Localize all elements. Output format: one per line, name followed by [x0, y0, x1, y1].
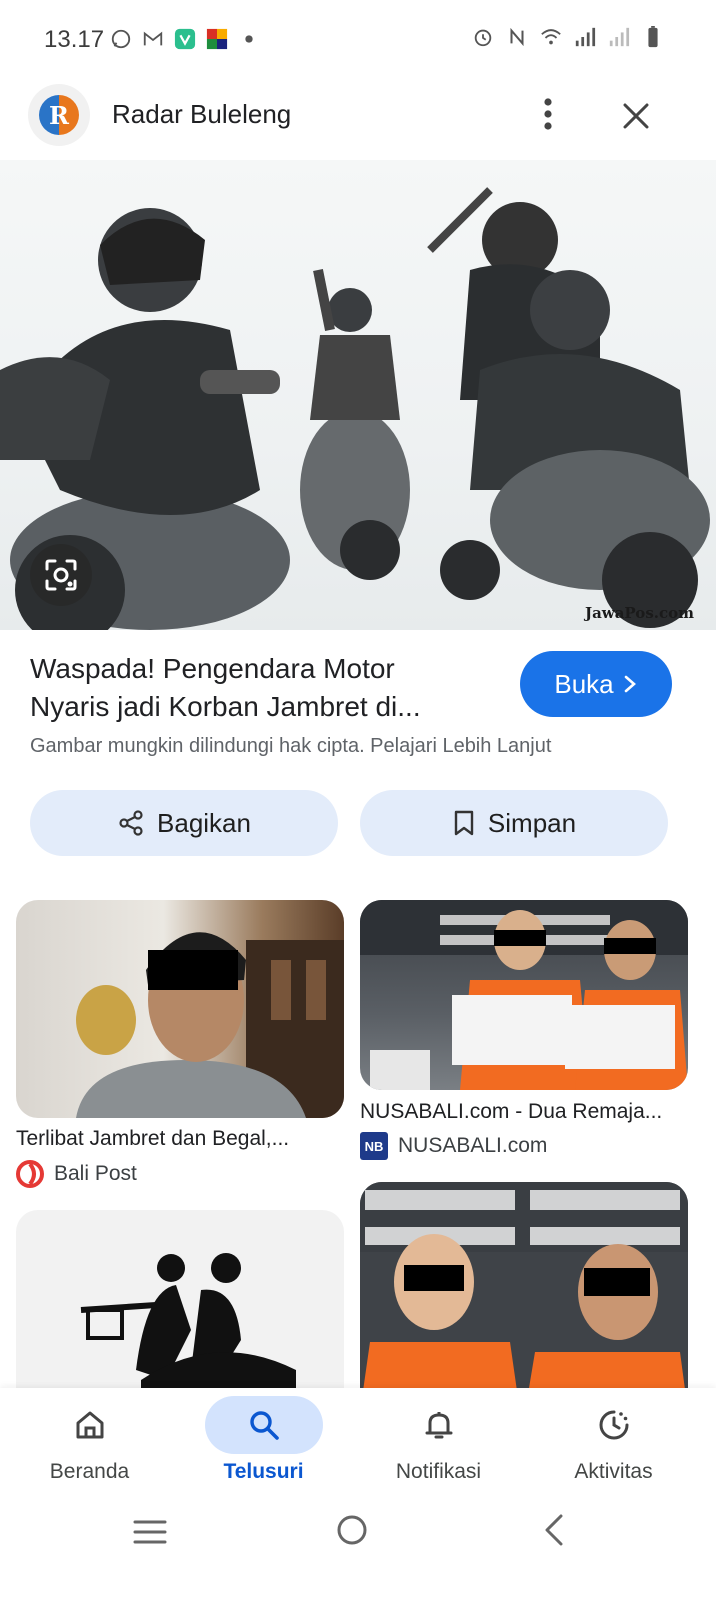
result-source[interactable]: NB NUSABALI.com	[360, 1132, 547, 1160]
hero-image[interactable]	[0, 160, 716, 630]
grid-app-icon	[206, 28, 228, 50]
system-navigation-bar	[0, 1500, 716, 1600]
save-label: Simpan	[487, 807, 577, 838]
chevron-left-icon	[545, 1514, 563, 1546]
nav-icon-container	[380, 1396, 498, 1454]
more-vert-icon	[544, 98, 552, 130]
article-title[interactable]: Waspada! Pengendara Motor Nyaris jadi Ko…	[30, 650, 480, 726]
site-name[interactable]: Radar Buleleng	[112, 99, 291, 130]
signal-icon	[575, 27, 596, 47]
nav-item-notifikasi[interactable]: Notifikasi	[349, 1388, 528, 1500]
nav-item-telusuri[interactable]: Telusuri	[174, 1388, 353, 1500]
nusabali-logo-icon: NB	[360, 1132, 388, 1160]
person-photo	[76, 932, 344, 1118]
result-title[interactable]: NUSABALI.com - Dua Remaja...	[360, 1100, 690, 1124]
search-icon	[249, 1411, 279, 1440]
motorcycle-silhouette-photo	[80, 1253, 296, 1410]
nav-label: Telusuri	[223, 1460, 304, 1483]
result-thumbnail[interactable]	[16, 900, 344, 1118]
save-button[interactable]: Simpan	[360, 790, 668, 856]
open-button-label: Buka	[554, 668, 614, 699]
result-source-label: NUSABALI.com	[398, 1134, 548, 1157]
open-button[interactable]: Buka	[520, 651, 672, 717]
nav-icon-container	[555, 1396, 673, 1454]
result-source[interactable]: Bali Post	[16, 1160, 137, 1188]
nav-item-beranda[interactable]: Beranda	[0, 1388, 179, 1500]
nfc-icon	[510, 27, 524, 47]
wifi-icon	[541, 29, 561, 45]
nav-item-aktivitas[interactable]: Aktivitas	[524, 1388, 703, 1500]
battery-icon	[648, 26, 658, 48]
home-button[interactable]	[332, 1510, 372, 1550]
status-bar: 13.17	[0, 0, 716, 80]
more-options-button[interactable]	[530, 92, 566, 136]
nav-label: Beranda	[49, 1460, 130, 1483]
google-lens-button[interactable]	[30, 544, 92, 606]
nav-label: Notifikasi	[395, 1460, 482, 1483]
signal-2-icon	[609, 27, 630, 47]
site-logo-mark: R	[39, 95, 79, 135]
notification-icons	[110, 28, 260, 50]
result-title[interactable]: Terlibat Jambret dan Begal,...	[16, 1127, 344, 1151]
nav-label: Aktivitas	[574, 1460, 653, 1483]
bali-post-logo-icon	[16, 1160, 44, 1188]
motorcycle-chase-illustration	[0, 187, 710, 630]
gmail-icon	[143, 31, 163, 46]
circle-home-icon	[337, 1515, 367, 1545]
system-icons	[472, 26, 664, 48]
close-icon	[623, 103, 649, 129]
share-label: Bagikan	[157, 807, 251, 838]
nav-icon-container	[31, 1396, 149, 1454]
image-watermark: JawaPos.com	[584, 604, 694, 622]
nav-icon-container	[204, 1396, 323, 1454]
menu-icon	[133, 1520, 167, 1544]
back-button[interactable]	[534, 1510, 574, 1550]
bell-icon	[425, 1412, 452, 1439]
share-icon	[119, 810, 143, 836]
close-button[interactable]	[614, 94, 658, 138]
result-thumbnail[interactable]	[360, 900, 688, 1090]
whatsapp-icon	[111, 29, 131, 49]
share-button[interactable]: Bagikan	[30, 790, 338, 856]
home-icon	[76, 1411, 103, 1439]
site-logo: R	[28, 84, 90, 146]
lens-icon	[45, 559, 77, 591]
bookmark-icon	[454, 810, 474, 836]
status-time: 13.17	[44, 26, 105, 53]
result-thumbnail[interactable]	[16, 1210, 344, 1410]
chevron-right-icon	[624, 675, 636, 693]
result-thumbnail[interactable]	[360, 1182, 688, 1412]
viewer-header: R Radar Buleleng	[0, 82, 716, 148]
result-source-label: Bali Post	[54, 1162, 137, 1185]
bottom-navigation: Beranda Telusuri Notifikasi Aktivitas	[0, 1388, 716, 1500]
vpn-app-icon	[174, 28, 196, 50]
dot-icon	[245, 35, 253, 43]
recent-apps-button[interactable]	[128, 1512, 172, 1552]
alarm-icon	[474, 29, 492, 47]
copyright-notice[interactable]: Gambar mungkin dilindungi hak cipta. Pel…	[30, 735, 551, 758]
suspects-photo	[360, 900, 688, 1090]
suspects-closeup-photo	[360, 1182, 688, 1412]
activity-icon	[599, 1410, 628, 1440]
